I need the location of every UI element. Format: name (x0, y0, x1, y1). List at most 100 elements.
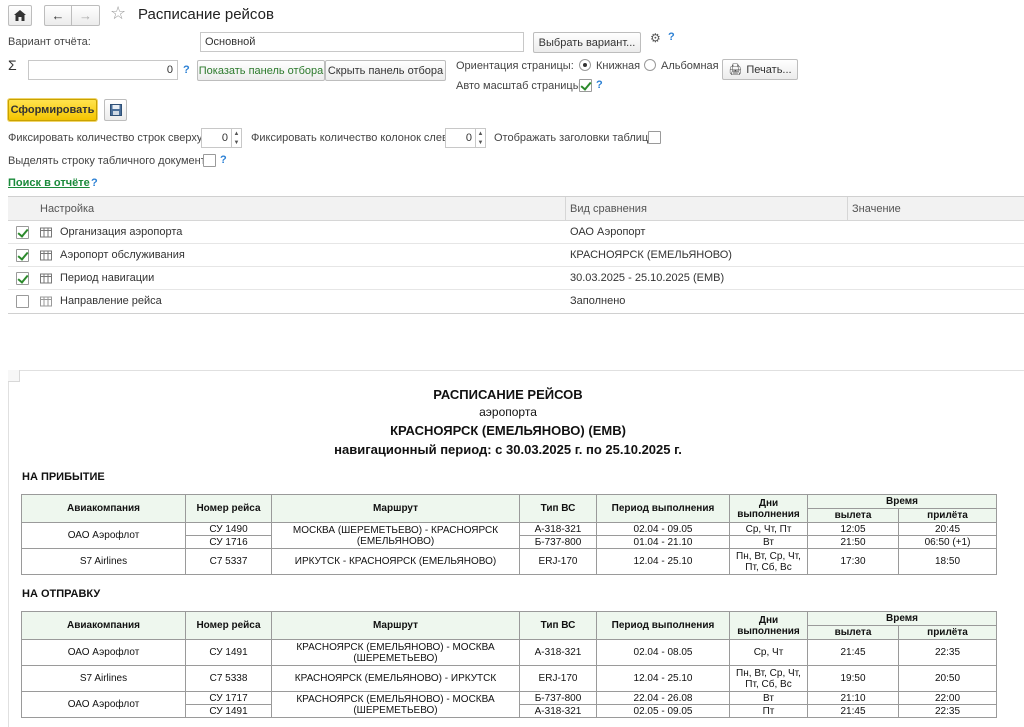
report-title: РАСПИСАНИЕ РЕЙСОВ (433, 387, 583, 402)
orientation-landscape-radio[interactable] (644, 59, 656, 71)
cell-flight: С7 5338 (185, 665, 272, 692)
cell-airline: S7 Airlines (21, 548, 186, 575)
cell-route: КРАСНОЯРСК (ЕМЕЛЬЯНОВО) - ИРКУТСК (271, 665, 520, 692)
spin-up-icon[interactable]: ▲ (234, 131, 240, 137)
table-row: S7 Airlines С7 5337 ИРКУТСК - КРАСНОЯРСК… (21, 548, 997, 575)
col-airline: Авиакомпания (21, 494, 186, 523)
save-settings-button[interactable] (104, 99, 127, 121)
cell-period: 02.04 - 08.05 (596, 639, 730, 666)
col-days: Дни выполнения (729, 494, 808, 523)
col-days: Дни выполнения (729, 611, 808, 640)
forward-button[interactable]: → (72, 5, 100, 26)
settings-row-checkbox[interactable] (16, 272, 29, 285)
cell-route: КРАСНОЯРСК (ЕМЕЛЬЯНОВО) - МОСКВА (ШЕРЕМЕ… (271, 691, 520, 718)
cell-flight: СУ 1490 (185, 522, 272, 536)
sum-help-icon[interactable]: ? (183, 64, 190, 76)
floppy-disk-icon (109, 104, 122, 116)
print-button[interactable]: 🖨 Печать... (722, 59, 798, 80)
spin-down-icon[interactable]: ▼ (234, 140, 240, 146)
favorite-star-icon[interactable]: ☆ (110, 3, 126, 24)
fix-rows-spinner[interactable]: 0 ▲ ▼ (201, 128, 242, 148)
search-help-icon[interactable]: ? (91, 177, 98, 189)
sum-icon: Σ (8, 57, 17, 73)
auto-scale-help-icon[interactable]: ? (596, 79, 603, 91)
variant-help-icon[interactable]: ? (668, 31, 675, 43)
filter-field-icon (40, 273, 52, 284)
table-row: ОАО Аэрофлот СУ 1491 КРАСНОЯРСК (ЕМЕЛЬЯН… (21, 639, 997, 666)
settings-table: Настройка Вид сравнения Значение Организ… (8, 196, 1024, 314)
highlight-row-checkbox[interactable] (203, 154, 216, 167)
fix-cols-label: Фиксировать количество колонок слева: (251, 132, 457, 144)
settings-header-comparison[interactable]: Вид сравнения (570, 197, 647, 221)
fix-cols-spinner[interactable]: 0 ▲ ▼ (445, 128, 486, 148)
window-title: Расписание рейсов (138, 6, 274, 23)
show-headers-checkbox[interactable] (648, 131, 661, 144)
settings-row-name: Аэропорт обслуживания (60, 249, 185, 261)
back-button[interactable]: ← (44, 5, 72, 26)
search-in-report-link[interactable]: Поиск в отчёте (8, 177, 90, 189)
orientation-portrait-label: Книжная (596, 60, 641, 72)
arrival-table: Авиакомпания Номер рейса Маршрут Тип ВС … (21, 494, 997, 575)
col-period: Период выполнения (596, 611, 730, 640)
cell-aircraft: А-318-321 (519, 639, 597, 666)
settings-row[interactable]: Направление рейса Заполнено (8, 290, 1024, 313)
variant-label: Вариант отчёта: (8, 36, 91, 48)
settings-row-value: ОАО Аэропорт (570, 226, 646, 238)
cell-days: Пн, Вт, Ср, Чт, Пт, Сб, Вс (729, 665, 808, 692)
generate-button[interactable]: Сформировать (8, 99, 97, 121)
spin-up-icon[interactable]: ▲ (478, 131, 484, 137)
cell-days: Пт (729, 704, 808, 718)
cell-aircraft: А-318-321 (519, 704, 597, 718)
auto-scale-label: Авто масштаб страницы: (456, 80, 584, 92)
col-period: Период выполнения (596, 494, 730, 523)
variant-input[interactable]: Основной (200, 32, 524, 52)
settings-header-setting[interactable]: Настройка (40, 197, 94, 221)
settings-gear-icon[interactable]: ⚙ (650, 31, 661, 45)
orientation-label: Ориентация страницы: (456, 60, 574, 72)
printer-icon: 🖨 (728, 64, 743, 76)
cell-period: 01.04 - 21.10 (596, 535, 730, 549)
cell-airline: ОАО Аэрофлот (21, 691, 186, 718)
cell-days: Пн, Вт, Ср, Чт, Пт, Сб, Вс (729, 548, 808, 575)
cell-arr: 06:50 (+1) (898, 535, 997, 549)
filter-field-icon (40, 250, 52, 261)
settings-row-checkbox[interactable] (16, 226, 29, 239)
cell-arr: 20:50 (898, 665, 997, 692)
table-row: ОАО Аэрофлот СУ 1717 КРАСНОЯРСК (ЕМЕЛЬЯН… (21, 691, 997, 718)
settings-row[interactable]: Организация аэропорта ОАО Аэропорт (8, 221, 1024, 244)
cell-period: 02.05 - 09.05 (596, 704, 730, 718)
settings-row[interactable]: Период навигации 30.03.2025 - 25.10.2025… (8, 267, 1024, 290)
settings-row-checkbox[interactable] (16, 295, 29, 308)
table-row: ОАО Аэрофлот СУ 1490 МОСКВА (ШЕРЕМЕТЬЕВО… (21, 522, 997, 549)
fix-rows-label: Фиксировать количество строк сверху: (8, 132, 206, 144)
spin-down-icon[interactable]: ▼ (478, 140, 484, 146)
filter-field-icon (40, 296, 52, 307)
settings-row-name: Направление рейса (60, 295, 162, 307)
departure-section-title: НА ОТПРАВКУ (22, 588, 101, 600)
home-icon (14, 10, 26, 21)
home-button[interactable] (8, 5, 32, 26)
cell-route: МОСКВА (ШЕРЕМЕТЬЕВО) - КРАСНОЯРСК (ЕМЕЛЬ… (271, 522, 520, 549)
auto-scale-checkbox[interactable] (579, 79, 592, 92)
show-filter-panel-button[interactable]: Показать панель отбора (197, 60, 325, 81)
report-airport: КРАСНОЯРСК (ЕМЕЛЬЯНОВО) (EMB) (390, 423, 626, 438)
cell-dep: 21:45 (807, 704, 899, 718)
cell-arr: 20:45 (898, 522, 997, 536)
orientation-portrait-radio[interactable] (579, 59, 591, 71)
settings-header-value[interactable]: Значение (852, 197, 901, 221)
cell-aircraft: Б-737-800 (519, 535, 597, 549)
highlight-row-help-icon[interactable]: ? (220, 154, 227, 166)
sum-field: 0 (28, 60, 178, 80)
cell-flight: СУ 1716 (185, 535, 272, 549)
settings-row[interactable]: Аэропорт обслуживания КРАСНОЯРСК (ЕМЕЛЬЯ… (8, 244, 1024, 267)
choose-variant-button[interactable]: Выбрать вариант... (533, 32, 641, 53)
hide-filter-panel-button[interactable]: Скрыть панель отбора (325, 60, 446, 81)
cell-aircraft: ERJ-170 (519, 548, 597, 575)
cell-flight: СУ 1491 (185, 639, 272, 666)
col-time: Время (807, 494, 997, 509)
settings-row-checkbox[interactable] (16, 249, 29, 262)
cell-dep: 21:10 (807, 691, 899, 705)
col-time: Время (807, 611, 997, 626)
table-header-row: Авиакомпания Номер рейса Маршрут Тип ВС … (21, 494, 997, 523)
col-departure-time: вылета (807, 625, 899, 640)
